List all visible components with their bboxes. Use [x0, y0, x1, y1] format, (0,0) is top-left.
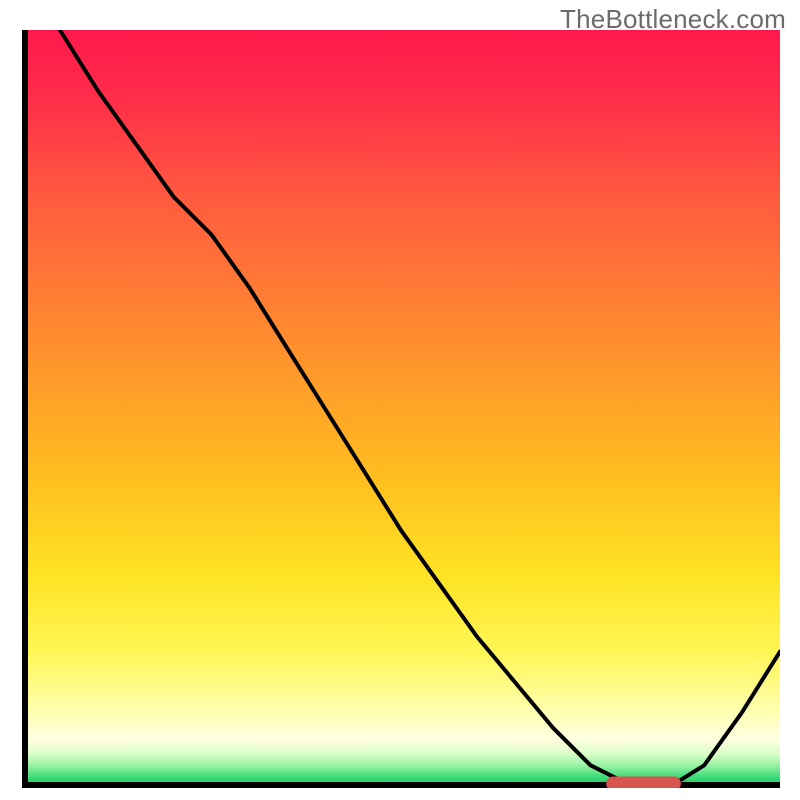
bottleneck-gradient-chart — [22, 30, 780, 788]
y-axis — [22, 30, 28, 788]
